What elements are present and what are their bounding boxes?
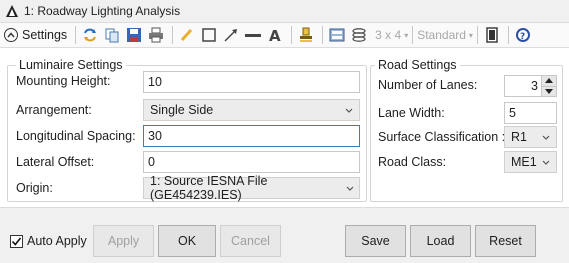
stamp-icon[interactable] [296,25,316,45]
pencil-icon[interactable] [177,25,197,45]
origin-value: 1: Source IESNA File (GE454239.IES) [150,174,268,202]
number-of-lanes-label: Number of Lanes: [378,78,478,92]
toolbar-separator [507,26,509,44]
refresh-icon[interactable] [80,25,100,45]
svg-text:?: ? [520,32,525,42]
style-dropdown[interactable]: Standard ▾ [417,28,473,42]
auto-apply-label: Auto Apply [27,234,87,248]
button-bar: Auto Apply Apply OK Cancel Save Load Res… [0,207,569,263]
apply-button[interactable]: Apply [93,225,154,257]
window-title: 1: Roadway Lighting Analysis [24,4,181,18]
mounting-height-label: Mounting Height: [16,74,111,88]
toolbar-separator [291,26,293,44]
print-icon[interactable] [146,25,166,45]
surface-classification-label: Surface Classification : [378,130,506,144]
number-of-lanes-stepper[interactable]: 3 [504,75,557,97]
road-class-label: Road Class: [378,155,447,169]
toolbar-separator [172,26,174,44]
lateral-offset-label: Lateral Offset: [16,155,95,169]
settings-button[interactable]: Settings [4,28,71,42]
stepper-arrows[interactable] [541,76,556,96]
copy-icon[interactable] [102,25,122,45]
road-settings-legend: Road Settings [375,58,460,72]
toolbar-separator [322,26,324,44]
window-icon[interactable] [482,25,502,45]
rectangle-icon[interactable] [199,25,219,45]
load-button[interactable]: Load [410,225,471,257]
save-icon[interactable] [124,25,144,45]
layout-dropdown[interactable]: 3 x 4 ▾ [375,28,408,42]
svg-text:A: A [269,27,281,43]
arrow-icon[interactable] [221,25,241,45]
arrangement-select[interactable]: Single Side [143,99,360,121]
app-icon [6,5,18,17]
surface-classification-select[interactable]: R1 [504,126,557,148]
lateral-offset-input[interactable]: 0 [143,151,360,173]
help-icon[interactable]: ? [513,25,533,45]
chevron-down-icon: ▾ [468,30,473,40]
road-class-value: ME1 [511,155,537,169]
ok-button[interactable]: OK [158,225,216,257]
chevron-down-icon [342,108,356,113]
style-label: Standard [417,28,466,42]
layout-icon[interactable] [327,25,347,45]
settings-panel: Luminaire Settings Mounting Height: 10 A… [0,48,569,207]
decrement-icon[interactable] [542,86,556,96]
cancel-button[interactable]: Cancel [220,225,281,257]
toolbar-separator [476,26,478,44]
line-icon[interactable] [243,25,263,45]
gear-stack-icon[interactable] [349,25,369,45]
toolbar-separator [75,26,77,44]
checkmark-icon [10,234,23,248]
lane-width-input[interactable]: 5 [504,102,557,124]
number-of-lanes-value: 3 [531,79,538,93]
chevron-down-icon [539,135,553,140]
chevron-down-icon: ▾ [404,30,409,40]
arrangement-value: Single Side [150,103,214,117]
origin-label: Origin: [16,181,53,195]
origin-select[interactable]: 1: Source IESNA File (GE454239.IES) [143,174,360,202]
chevron-up-icon [4,28,18,42]
toolbar-separator [412,26,414,44]
save-button[interactable]: Save [345,225,406,257]
luminaire-settings-legend: Luminaire Settings [16,58,126,72]
arrangement-label: Arrangement: [16,103,92,117]
road-class-select[interactable]: ME1 [504,151,557,173]
lane-width-label: Lane Width: [378,106,445,120]
mounting-height-input[interactable]: 10 [143,71,360,93]
chevron-down-icon [539,160,553,165]
longitudinal-spacing-input[interactable]: 30 [143,125,360,147]
auto-apply-checkbox[interactable]: Auto Apply [10,234,87,248]
surface-classification-value: R1 [511,130,527,144]
title-bar: 1: Roadway Lighting Analysis [0,0,569,22]
toolbar: Settings A 3 x 4 ▾ Standard ▾ ? [0,22,569,48]
chevron-down-icon [343,186,356,191]
layout-label: 3 x 4 [375,28,402,42]
longitudinal-spacing-label: Longitudinal Spacing: [16,129,136,143]
text-icon[interactable]: A [265,25,285,45]
increment-icon[interactable] [542,76,556,87]
reset-button[interactable]: Reset [475,225,536,257]
settings-label: Settings [22,28,68,42]
